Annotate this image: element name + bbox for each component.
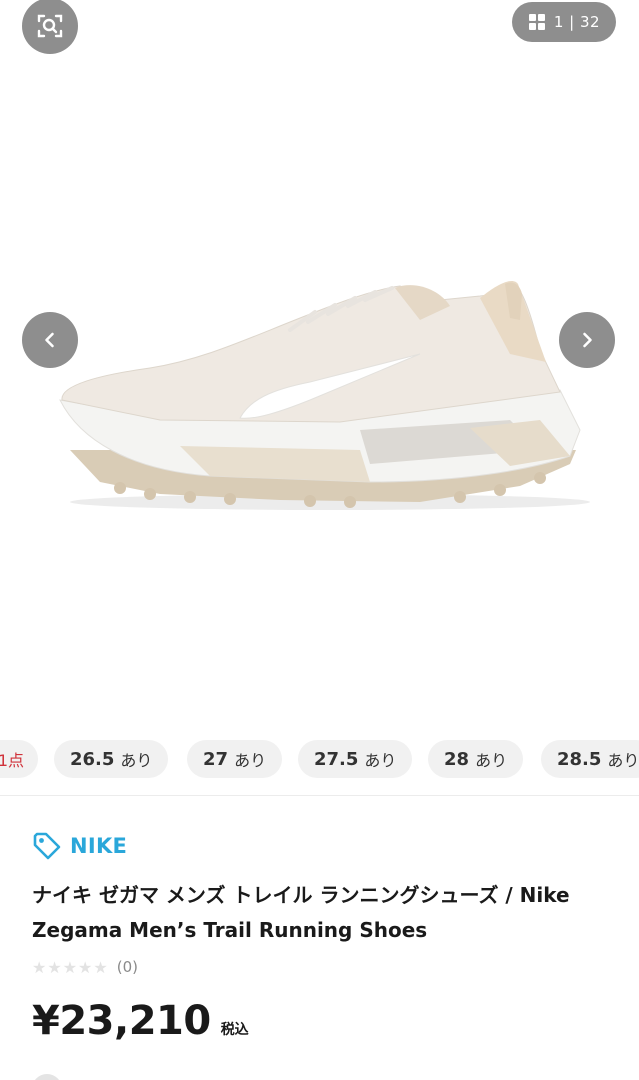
chevron-left-icon (45, 332, 54, 348)
price-block: ¥23,210 税込 (32, 998, 249, 1048)
product-price: ¥23,210 (32, 998, 211, 1044)
brand-link[interactable]: NIKE (32, 830, 127, 862)
next-image-button[interactable] (559, 312, 615, 368)
product-rating[interactable]: ★ ★ ★ ★ ★ (0) (32, 956, 138, 978)
section-divider (0, 795, 639, 796)
image-search-button[interactable] (22, 0, 78, 54)
product-image-gallery[interactable]: 1 | 32 (0, 0, 639, 720)
image-counter-text: 1 | 32 (553, 13, 601, 31)
size-chip-26-5[interactable]: 26.5 あり (54, 740, 169, 778)
size-selector: 1点 26.5 あり 27 あり 27.5 あり 28 あり 28.5 あり (0, 738, 639, 782)
product-title: ナイキ ゼガマ メンズ トレイル ランニングシューズ / Nike Zegama… (32, 883, 570, 942)
size-chip-size: 28.5 (557, 748, 602, 770)
chevron-right-icon (583, 332, 592, 348)
product-page: 1 | 32 1点 26.5 あり 27 あり 27.5 あり 28 あり 28… (0, 0, 639, 1080)
size-chip-27-5[interactable]: 27.5 あり (298, 740, 413, 778)
grid-icon (528, 14, 545, 30)
star-icon: ★ (93, 957, 108, 977)
size-chip-27[interactable]: 27 あり (187, 740, 283, 778)
size-chip-stock: あり (607, 751, 639, 770)
brand-name: NIKE (70, 834, 128, 858)
size-chip-28[interactable]: 28 あり (428, 740, 524, 778)
size-chip-size: 26.5 (70, 748, 115, 770)
size-chip-stock: あり (120, 751, 153, 770)
size-chip-size: 27.5 (314, 748, 359, 770)
previous-image-button[interactable] (22, 312, 78, 368)
size-chip-stock: あり (475, 751, 508, 770)
size-chip-partial-label: 1点 (0, 751, 24, 770)
size-chip-28-5[interactable]: 28.5 あり (541, 740, 639, 778)
image-counter-button[interactable]: 1 | 32 (512, 2, 616, 42)
star-icon: ★ (32, 957, 47, 977)
size-chip-size: 27 (203, 748, 229, 770)
size-chip-stock: あり (234, 751, 267, 770)
size-chip-partial[interactable]: 1点 (0, 740, 38, 778)
star-icon: ★ (78, 957, 93, 977)
star-icon: ★ (47, 957, 62, 977)
size-chip-size: 28 (444, 748, 470, 770)
review-count: (0) (116, 958, 138, 976)
tax-label: 税込 (220, 1022, 249, 1038)
product-image-shoe[interactable] (40, 250, 600, 530)
next-section-avatar (32, 1074, 62, 1080)
size-chip-stock: あり (364, 751, 397, 770)
image-search-icon (37, 14, 63, 38)
tag-icon (33, 832, 61, 860)
star-icon: ★ (62, 957, 78, 977)
